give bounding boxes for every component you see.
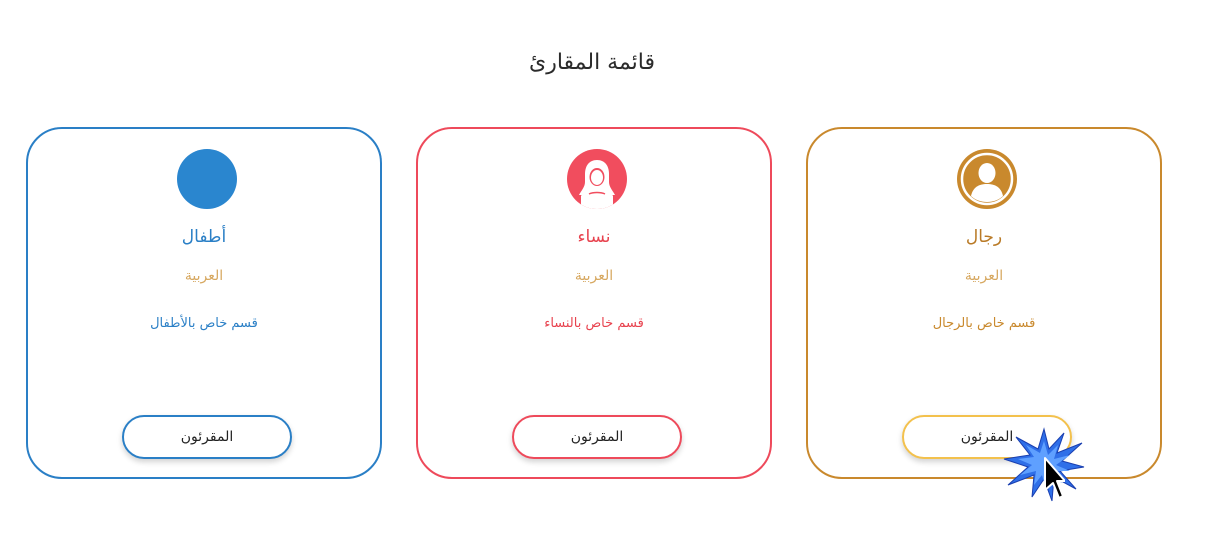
card-language: العربية (574, 268, 614, 284)
card-title: نساء (577, 227, 611, 247)
card-language: العربية (184, 268, 224, 284)
page-title: قائمة المقارئ (528, 50, 656, 75)
card-description: قسم خاص بالأطفال (150, 316, 258, 331)
blank-avatar-icon (177, 149, 237, 209)
man-avatar-icon (957, 149, 1017, 209)
card-kids: أطفال العربية قسم خاص بالأطفال المقرئون (26, 127, 382, 479)
card-description: قسم خاص بالنساء (544, 316, 644, 331)
card-description: قسم خاص بالرجال (932, 316, 1036, 331)
card-title: أطفال (181, 227, 227, 247)
card-language: العربية (964, 268, 1004, 284)
card-men: رجال العربية قسم خاص بالرجال المقرئون (806, 127, 1162, 479)
reciters-button-kids[interactable]: المقرئون (122, 415, 292, 459)
reciters-button-women[interactable]: المقرئون (512, 415, 682, 459)
woman-hijab-avatar-icon (567, 149, 627, 209)
reciters-button-men[interactable]: المقرئون (902, 415, 1072, 459)
card-women: نساء العربية قسم خاص بالنساء المقرئون (416, 127, 772, 479)
arrow-cursor-icon (1044, 457, 1065, 499)
page: قائمة المقارئ أطفال العربية قسم خاص بالأ… (0, 0, 1206, 536)
card-title: رجال (965, 227, 1003, 247)
